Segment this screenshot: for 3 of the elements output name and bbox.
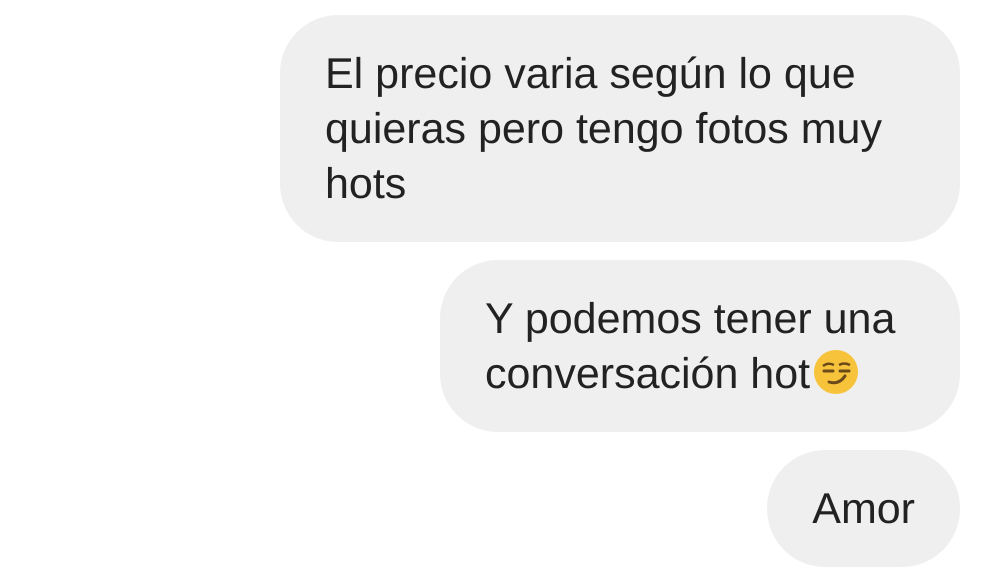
message-bubble: Amor [767, 450, 960, 567]
message-bubble: Y podemos tener una conversación hot [440, 260, 960, 432]
message-bubble: El precio varia según lo que quieras pero tengo fotos muy hots [280, 15, 960, 242]
